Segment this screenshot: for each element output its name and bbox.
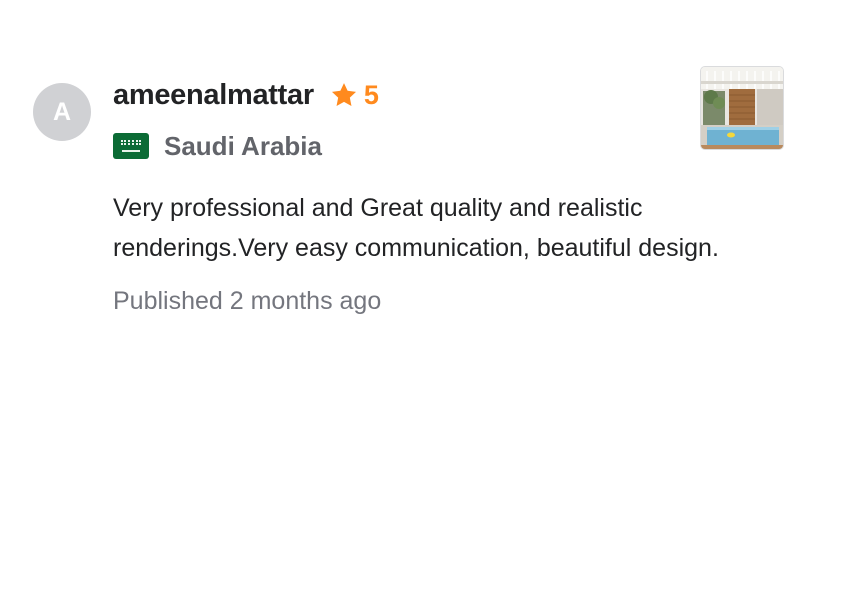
username[interactable]: ameenalmattar bbox=[113, 79, 314, 112]
published-date: Published 2 months ago bbox=[113, 287, 382, 315]
saudi-arabia-flag-icon bbox=[113, 133, 149, 159]
country-row: Saudi Arabia bbox=[113, 128, 322, 164]
review-text: Very professional and Great quality and … bbox=[113, 194, 719, 262]
review-image-thumbnail[interactable] bbox=[700, 66, 784, 150]
rating: 5 bbox=[330, 80, 379, 111]
review-card: A ameenalmattar 5 Saudi Arabia Very prof… bbox=[0, 0, 842, 595]
avatar-initial: A bbox=[52, 97, 72, 126]
review-header: ameenalmattar 5 bbox=[113, 76, 379, 114]
country-name: Saudi Arabia bbox=[164, 130, 322, 161]
avatar[interactable]: A bbox=[33, 83, 91, 141]
star-icon bbox=[331, 83, 356, 106]
rating-value: 5 bbox=[363, 79, 379, 110]
